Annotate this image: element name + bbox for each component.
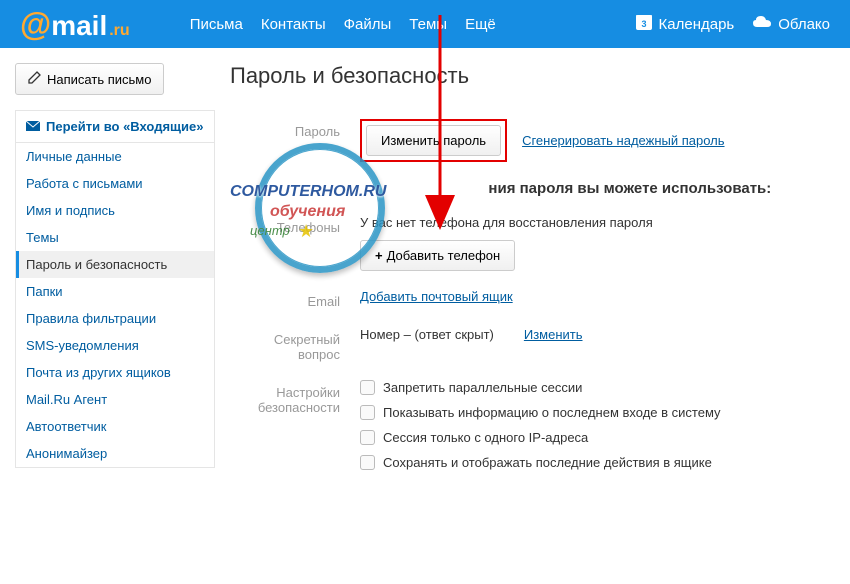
checkbox-3[interactable] <box>360 455 375 470</box>
security-option-3: Сохранять и отображать последние действи… <box>360 455 830 470</box>
sidebar-inbox[interactable]: Перейти во «Входящие» <box>16 111 214 143</box>
sidebar-item-2[interactable]: Имя и подпись <box>16 197 214 224</box>
top-header: @ mail .ru Письма Контакты Файлы Темы Ещ… <box>0 0 850 48</box>
nav-cloud-label: Облако <box>778 16 830 33</box>
compose-label: Написать письмо <box>47 72 151 87</box>
nav-cloud[interactable]: Облако <box>752 15 830 33</box>
add-email-link[interactable]: Добавить почтовый ящик <box>360 289 513 304</box>
nav-more[interactable]: Ещё <box>465 16 496 33</box>
sidebar-item-7[interactable]: SMS-уведомления <box>16 332 214 359</box>
security-option-2: Сессия только с одного IP-адреса <box>360 430 830 445</box>
compose-button[interactable]: Написать письмо <box>15 63 164 95</box>
phones-row: Телефоны У вас нет телефона для восстано… <box>230 215 830 271</box>
security-option-1: Показывать информацию о последнем входе … <box>360 405 830 420</box>
envelope-icon <box>26 119 40 134</box>
checkbox-label-0: Запретить параллельные сессии <box>383 380 582 395</box>
checkbox-0[interactable] <box>360 380 375 395</box>
checkbox-2[interactable] <box>360 430 375 445</box>
password-label: Пароль <box>230 119 360 139</box>
nav-themes[interactable]: Темы <box>409 16 447 33</box>
svg-text:3: 3 <box>641 19 646 29</box>
cloud-icon <box>752 15 772 33</box>
logo-mail: mail <box>51 10 107 42</box>
compose-icon <box>28 71 41 87</box>
secret-label: Секретный вопрос <box>230 327 360 362</box>
nav-calendar-label: Календарь <box>659 16 735 33</box>
logo[interactable]: @ mail .ru <box>20 6 130 43</box>
nav-files[interactable]: Файлы <box>344 16 392 33</box>
phones-label: Телефоны <box>230 215 360 235</box>
logo-at: @ <box>20 6 51 43</box>
logo-ru: .ru <box>109 22 129 40</box>
nav-contacts[interactable]: Контакты <box>261 16 326 33</box>
nav-right: 3 Календарь Облако <box>635 13 830 35</box>
nav-calendar[interactable]: 3 Календарь <box>635 13 735 35</box>
change-password-button[interactable]: Изменить пароль <box>366 125 501 156</box>
sidebar-item-9[interactable]: Mail.Ru Агент <box>16 386 214 413</box>
password-row: Пароль Изменить пароль Сгенерировать над… <box>230 119 830 162</box>
email-row: Email Добавить почтовый ящик <box>230 289 830 309</box>
add-phone-button[interactable]: +Добавить телефон <box>360 240 515 271</box>
email-label: Email <box>230 289 360 309</box>
content: COMPUTERHOM.RU обучения центр ★ Пароль и… <box>230 63 830 498</box>
checkbox-label-2: Сессия только с одного IP-адреса <box>383 430 588 445</box>
page-title: Пароль и безопасность <box>230 63 830 89</box>
secret-row: Секретный вопрос Номер – (ответ скрыт) И… <box>230 327 830 362</box>
sidebar-item-1[interactable]: Работа с письмами <box>16 170 214 197</box>
sidebar-item-10[interactable]: Автоответчик <box>16 413 214 440</box>
checkbox-1[interactable] <box>360 405 375 420</box>
sidebar-item-3[interactable]: Темы <box>16 224 214 251</box>
generate-password-link[interactable]: Сгенерировать надежный пароль <box>522 133 724 148</box>
plus-icon: + <box>375 248 383 263</box>
restore-heading: Для восстановления пароля вы можете испо… <box>360 180 830 197</box>
secret-value: Номер – (ответ скрыт) <box>360 327 494 342</box>
security-option-0: Запретить параллельные сессии <box>360 380 830 395</box>
sidebar: Перейти во «Входящие» Личные данныеРабот… <box>15 110 215 468</box>
nav-letters[interactable]: Письма <box>190 16 243 33</box>
main-nav: Письма Контакты Файлы Темы Ещё <box>190 16 635 33</box>
highlight-box: Изменить пароль <box>360 119 507 162</box>
no-phone-text: У вас нет телефона для восстановления па… <box>360 215 830 230</box>
checkbox-label-1: Показывать информацию о последнем входе … <box>383 405 721 420</box>
security-label: Настройки безопасности <box>230 380 360 415</box>
security-row: Настройки безопасности Запретить паралле… <box>230 380 830 480</box>
sidebar-item-6[interactable]: Правила фильтрации <box>16 305 214 332</box>
sidebar-item-8[interactable]: Почта из других ящиков <box>16 359 214 386</box>
calendar-icon: 3 <box>635 13 653 35</box>
change-secret-link[interactable]: Изменить <box>524 327 583 342</box>
sidebar-item-5[interactable]: Папки <box>16 278 214 305</box>
body: Написать письмо Перейти во «Входящие» Ли… <box>0 48 850 498</box>
sidebar-item-11[interactable]: Анонимайзер <box>16 440 214 467</box>
left-column: Написать письмо Перейти во «Входящие» Ли… <box>15 63 215 498</box>
sidebar-item-4[interactable]: Пароль и безопасность <box>16 251 214 278</box>
sidebar-inbox-label: Перейти во «Входящие» <box>46 119 203 134</box>
sidebar-item-0[interactable]: Личные данные <box>16 143 214 170</box>
checkbox-label-3: Сохранять и отображать последние действи… <box>383 455 712 470</box>
